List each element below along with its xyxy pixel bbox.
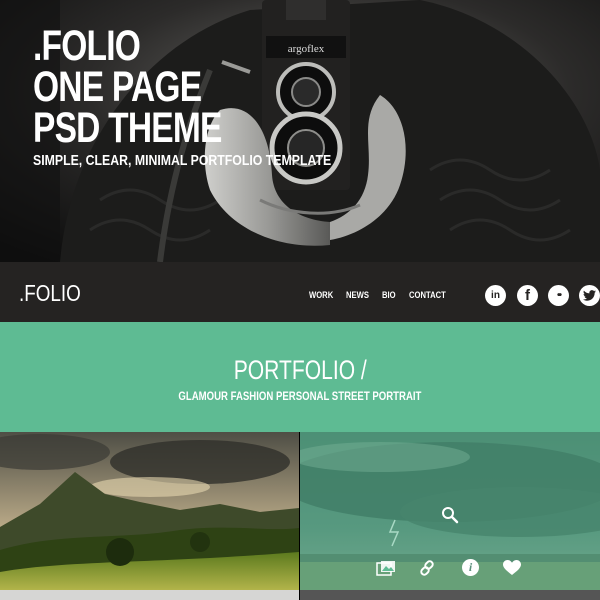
portfolio-item-storm[interactable]: i <box>300 432 600 590</box>
landscape-photo <box>0 432 299 590</box>
facebook-icon[interactable]: f <box>517 285 538 306</box>
heart-icon[interactable] <box>503 559 521 576</box>
search-icon[interactable] <box>440 505 460 525</box>
portfolio-item-3[interactable] <box>0 590 299 600</box>
linkedin-icon[interactable]: in <box>485 285 506 306</box>
flickr-glyph: •• <box>556 290 562 301</box>
gallery-icon-glyph <box>376 560 395 576</box>
portfolio-header: PORTFOLIO / GLAMOUR FASHION PERSONAL STR… <box>0 322 600 432</box>
portfolio-filters-text[interactable]: GLAMOUR FASHION PERSONAL STREET PORTRAIT <box>178 389 421 403</box>
twitter-bird-icon <box>583 290 596 301</box>
hero-title-line: ONE PAGE <box>33 63 202 111</box>
portfolio-title-text: PORTFOLIO / <box>233 355 367 385</box>
hero-subtitle: SIMPLE, CLEAR, MINIMAL PORTFOLIO TEMPLAT… <box>33 152 332 169</box>
brand-logo[interactable]: .FOLIO <box>19 280 81 307</box>
menu-item-contact[interactable]: CONTACT <box>409 290 446 300</box>
link-icon[interactable] <box>418 559 436 577</box>
hero-section: argoflex .FOLIO ONE PAGE PSD THEME SIMPL… <box>0 0 600 262</box>
linkedin-glyph: in <box>491 290 500 301</box>
portfolio-title: PORTFOLIO / <box>0 355 600 386</box>
portfolio-item-landscape[interactable] <box>0 432 299 590</box>
portfolio-filters[interactable]: GLAMOUR FASHION PERSONAL STREET PORTRAIT <box>0 389 600 403</box>
menu-item-news[interactable]: NEWS <box>346 290 369 300</box>
hero-title-line: PSD THEME <box>33 104 222 152</box>
hero-title-line: .FOLIO <box>33 22 141 70</box>
heart-icon-glyph <box>503 559 521 575</box>
camera-brand-label: argoflex <box>288 43 325 55</box>
info-icon[interactable]: i <box>462 559 479 576</box>
menu-item-bio[interactable]: BIO <box>382 290 396 300</box>
flickr-icon[interactable]: •• <box>548 285 569 306</box>
menu-item-work[interactable]: WORK <box>309 290 333 300</box>
twitter-icon[interactable] <box>579 285 600 306</box>
portfolio-item-4[interactable] <box>300 590 600 600</box>
facebook-glyph: f <box>525 287 530 304</box>
link-icon-glyph <box>420 560 434 576</box>
gallery-icon[interactable] <box>376 559 396 577</box>
navbar: .FOLIO WORK NEWS BIO CONTACT <box>0 262 600 322</box>
hero-title: .FOLIO ONE PAGE PSD THEME <box>33 22 222 152</box>
search-icon-glyph <box>442 507 459 524</box>
